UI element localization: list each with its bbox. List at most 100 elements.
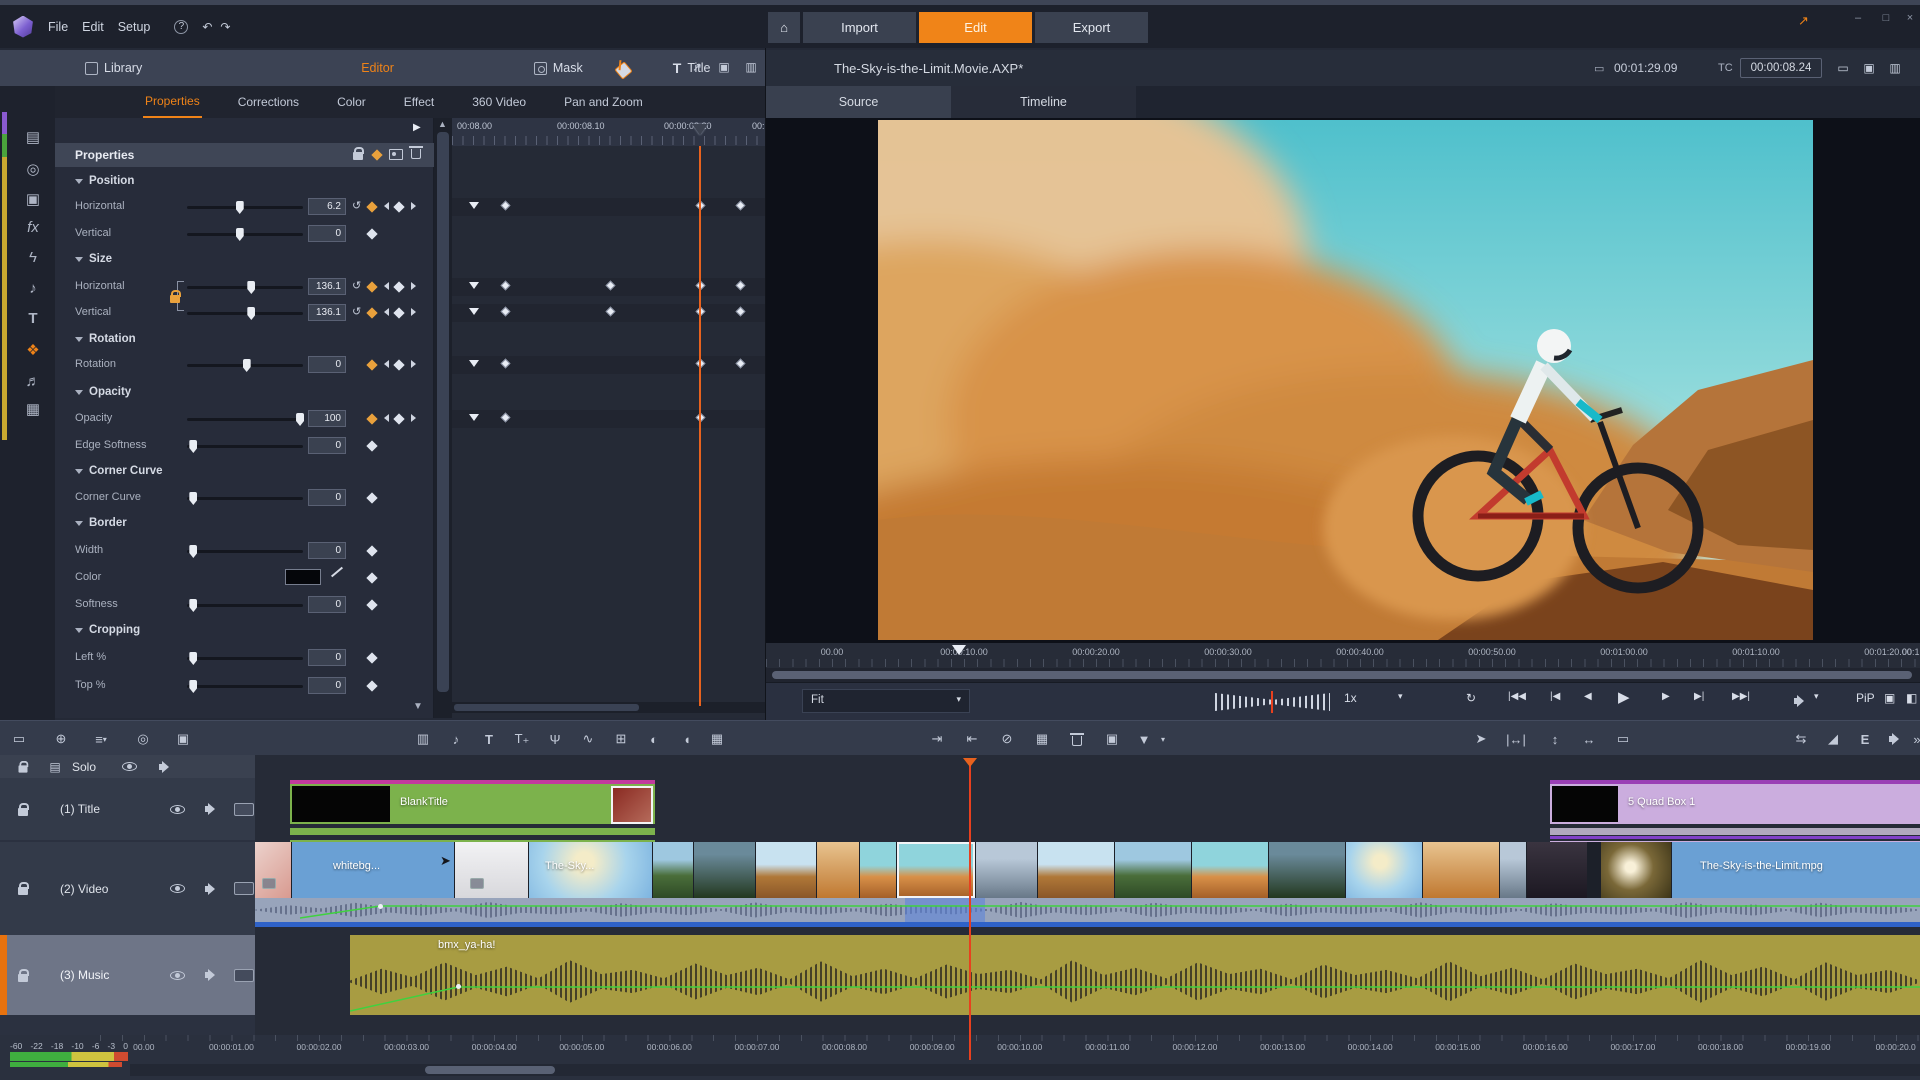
track-header-music[interactable]: (3) Music bbox=[0, 935, 255, 1015]
section-border[interactable]: Border bbox=[55, 514, 434, 532]
clip-thumbnail[interactable] bbox=[1346, 842, 1422, 898]
pip-label[interactable]: PiP bbox=[1856, 691, 1875, 705]
go-end-icon[interactable]: ▶▶| bbox=[1732, 691, 1750, 702]
mark-out-icon[interactable]: ⇤ bbox=[961, 729, 983, 749]
lock-icon[interactable] bbox=[353, 152, 363, 160]
clip-substrip[interactable] bbox=[290, 828, 655, 835]
section-size[interactable]: Size bbox=[55, 250, 434, 268]
clip-thumbnail[interactable] bbox=[1192, 842, 1268, 898]
add-keyframe-icon[interactable] bbox=[366, 228, 377, 239]
size-horizontal-value[interactable]: 136.1 bbox=[308, 278, 346, 295]
corner-curve-slider[interactable] bbox=[187, 497, 303, 500]
add-keyframe-icon[interactable] bbox=[366, 680, 377, 691]
text-icon[interactable]: T bbox=[22, 310, 44, 327]
edge-softness-slider[interactable] bbox=[187, 445, 303, 448]
section-opacity[interactable]: Opacity bbox=[55, 383, 434, 401]
keyframe-start-icon[interactable] bbox=[469, 282, 479, 289]
border-width-value[interactable]: 0 bbox=[308, 542, 346, 559]
opacity-slider[interactable] bbox=[187, 418, 303, 421]
display-icon[interactable]: ▭ bbox=[8, 729, 30, 749]
size-vertical-slider[interactable] bbox=[187, 312, 303, 315]
redo-icon[interactable]: ↷ bbox=[216, 18, 234, 36]
import-button[interactable]: Import bbox=[803, 12, 916, 43]
prev-keyframe-icon[interactable] bbox=[384, 282, 389, 290]
lock-icon[interactable] bbox=[18, 808, 28, 816]
speaker-icon[interactable] bbox=[205, 883, 218, 895]
eye-icon[interactable] bbox=[122, 762, 137, 771]
video-clip-strip[interactable] bbox=[255, 842, 1920, 898]
preview-viewport[interactable] bbox=[766, 118, 1920, 643]
subtab[interactable]: Color bbox=[335, 87, 368, 117]
sort-icon[interactable]: ≡▾ bbox=[90, 729, 112, 749]
subtab[interactable]: Properties bbox=[143, 86, 202, 118]
razor-icon[interactable]: ⊘ bbox=[996, 729, 1018, 749]
speed-display[interactable]: 1x bbox=[1344, 691, 1357, 705]
next-keyframe-icon[interactable] bbox=[411, 282, 416, 290]
clip-blank-title[interactable]: BlankTitle bbox=[290, 780, 655, 824]
menu-item[interactable]: Setup bbox=[118, 20, 151, 34]
score-icon[interactable]: ♪ bbox=[445, 729, 467, 749]
border-color-swatch[interactable] bbox=[285, 569, 321, 585]
marker-dropdown-icon[interactable]: ▾ bbox=[1152, 729, 1174, 749]
montage-icon[interactable]: ▦ bbox=[22, 400, 44, 418]
keyframe-toggle-icon[interactable] bbox=[366, 201, 377, 212]
clip-thumbnail-selected[interactable] bbox=[897, 842, 975, 898]
add-keyframe-icon[interactable] bbox=[366, 599, 377, 610]
preview-scrollbar[interactable] bbox=[766, 668, 1920, 682]
keyframe-toggle-icon[interactable] bbox=[366, 307, 377, 318]
add-keyframe-icon[interactable] bbox=[366, 572, 377, 583]
keyword-group-icon[interactable]: ▦ bbox=[706, 729, 728, 749]
volume-icon[interactable] bbox=[1794, 695, 1807, 707]
keyframe-toggle-icon[interactable] bbox=[366, 281, 377, 292]
film-icon[interactable] bbox=[234, 803, 254, 816]
volume-dropdown-icon[interactable]: ▾ bbox=[1814, 691, 1819, 702]
transitions-icon[interactable]: ϟ bbox=[22, 249, 44, 266]
timeline-playhead[interactable] bbox=[969, 765, 971, 1060]
title-tool-icon[interactable]: T bbox=[478, 729, 500, 749]
size-horizontal-slider[interactable] bbox=[187, 286, 303, 289]
tab-mask[interactable]: Mask bbox=[534, 61, 583, 75]
keyframe-start-icon[interactable] bbox=[469, 308, 479, 315]
play-icon[interactable]: ▶ bbox=[1618, 688, 1630, 706]
add-keyframe-icon[interactable] bbox=[366, 652, 377, 663]
home-button[interactable]: ⌂ bbox=[768, 12, 800, 43]
trash-icon[interactable] bbox=[1066, 729, 1088, 749]
border-width-slider[interactable] bbox=[187, 550, 303, 553]
detach-preview-icon[interactable]: ▭ bbox=[1834, 59, 1852, 77]
timeline-playhead-handle[interactable] bbox=[963, 758, 977, 767]
keyframe-start-icon[interactable] bbox=[469, 360, 479, 367]
export-button[interactable]: Export bbox=[1035, 12, 1148, 43]
lock-icon[interactable] bbox=[18, 887, 28, 895]
clip-thumbnail[interactable] bbox=[255, 842, 291, 898]
sphere-360-icon[interactable]: ◐ bbox=[643, 729, 665, 749]
keyframe-start-icon[interactable] bbox=[469, 202, 479, 209]
keyframe-start-icon[interactable] bbox=[469, 414, 479, 421]
step-back-icon[interactable]: ◀ bbox=[1584, 691, 1592, 702]
prev-keyframe-icon[interactable] bbox=[384, 202, 389, 210]
clip-thumbnail[interactable] bbox=[860, 842, 896, 898]
select-cursor-icon[interactable]: ➤ bbox=[1470, 729, 1492, 749]
solo-label[interactable]: Solo bbox=[72, 760, 96, 774]
camera-icon[interactable]: ◎ bbox=[22, 160, 44, 178]
speaker-icon[interactable] bbox=[205, 803, 218, 815]
fx-icon[interactable]: fx bbox=[22, 219, 44, 236]
lock-all-icon[interactable] bbox=[19, 765, 28, 772]
subtab[interactable]: 360 Video bbox=[470, 87, 528, 117]
pip-fullscreen-icon[interactable]: ▣ bbox=[1884, 691, 1895, 705]
lock-icon[interactable] bbox=[18, 974, 28, 982]
trash-icon[interactable] bbox=[411, 149, 421, 159]
track-focus-icon[interactable]: ◎ bbox=[132, 729, 154, 749]
track-edit-icon[interactable]: ▤ bbox=[46, 758, 64, 776]
clip-thumbnail[interactable] bbox=[653, 842, 693, 898]
clip-thumbnail[interactable] bbox=[817, 842, 859, 898]
clip-thumbnail[interactable] bbox=[1601, 842, 1671, 898]
audio-mixer-icon[interactable]: ▥ bbox=[412, 729, 434, 749]
crop-top-value[interactable]: 0 bbox=[308, 677, 346, 694]
border-softness-slider[interactable] bbox=[187, 604, 303, 607]
section-corner-curve[interactable]: Corner Curve bbox=[55, 462, 434, 480]
minimize-icon[interactable]: – bbox=[1848, 12, 1868, 24]
subtitle-tool-icon[interactable]: T₊ bbox=[511, 729, 533, 749]
fade-icon[interactable]: ◢ bbox=[1822, 729, 1844, 749]
properties-scrollbar[interactable]: ▲ bbox=[434, 118, 452, 718]
reset-icon[interactable]: ↺ bbox=[352, 305, 361, 318]
